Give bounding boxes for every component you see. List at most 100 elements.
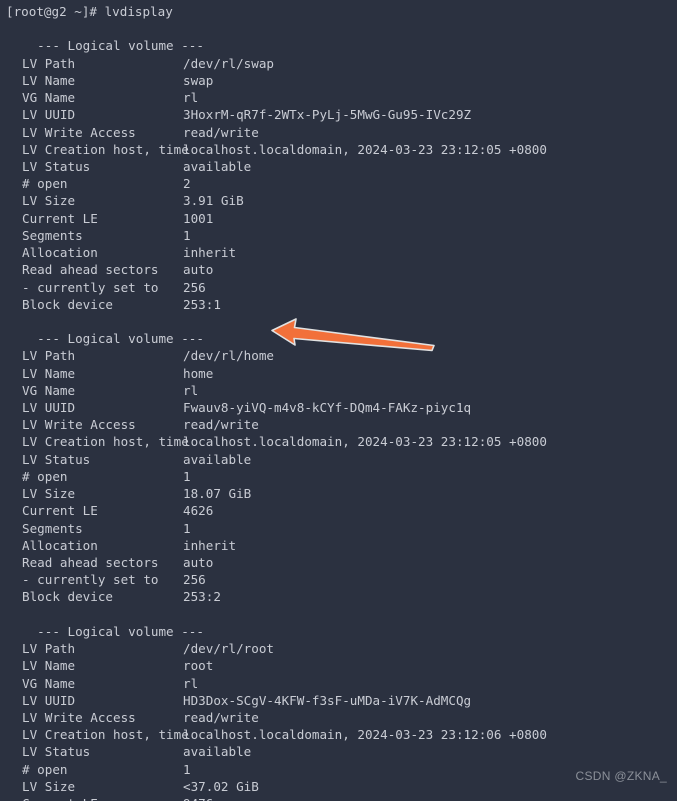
lv-property-value: root (183, 658, 214, 674)
lv-property-row: LV Size 18.07 GiB (0, 485, 677, 502)
lv-property-row: Block device 253:1 (0, 296, 677, 313)
lv-property-value: 256 (183, 572, 206, 588)
lv-property-row: LV Write Access read/write (0, 709, 677, 726)
lv-property-key: LV Size (22, 193, 76, 209)
lv-property-row: VG Name rl (0, 675, 677, 692)
lv-property-key: VG Name (22, 675, 76, 691)
lv-property-row: VG Name rl (0, 382, 677, 399)
lv-property-key: Current LE (22, 503, 98, 519)
lv-property-row: LV Status available (0, 743, 677, 760)
lv-property-row: LV Status available (0, 451, 677, 468)
lv-property-row: LV Size 3.91 GiB (0, 192, 677, 209)
lv-property-value: 1001 (183, 210, 214, 226)
lv-property-key: # open (22, 761, 68, 777)
lv-property-key: LV Write Access (22, 709, 136, 725)
lv-property-value: 4626 (183, 503, 214, 519)
lv-property-row: LV Path/dev/rl/home (0, 347, 677, 364)
lv-property-key: - currently set to (22, 572, 159, 588)
lv-property-value: 1 (183, 468, 191, 484)
logical-volume-list: --- Logical volume --- LV Path/dev/rl/swa… (0, 20, 677, 801)
lv-property-value: 1 (183, 761, 191, 777)
lv-property-key: Block device (22, 589, 113, 605)
lv-property-row: LV UUID 3HoxrM-qR7f-2WTx-PyLj-5MwG-Gu95-I… (0, 106, 677, 123)
lv-property-value: localhost.localdomain, 2024-03-23 23:12:… (183, 727, 547, 743)
lv-property-key: LV Status (22, 158, 91, 174)
lv-property-value: <37.02 GiB (183, 778, 259, 794)
lv-property-value: available (183, 744, 252, 760)
logical-volume-header: --- Logical volume --- (22, 331, 204, 347)
lv-property-row: LV Write Access read/write (0, 124, 677, 141)
lv-property-value: 1 (183, 227, 191, 243)
lv-property-row: Read ahead sectors auto (0, 554, 677, 571)
lv-property-key: Read ahead sectors (22, 262, 159, 278)
lv-property-value: rl (183, 675, 199, 691)
lv-property-key: LV Status (22, 451, 91, 467)
lv-property-row: Segments 1 (0, 520, 677, 537)
lv-property-value: Fwauv8-yiVQ-m4v8-kCYf-DQm4-FAKz-piyc1q (183, 400, 472, 416)
lv-property-value: auto (183, 262, 214, 278)
lv-property-value: available (183, 158, 252, 174)
lv-property-value: 256 (183, 279, 206, 295)
lv-property-row: - currently set to 256 (0, 571, 677, 588)
lv-property-row: LV Name swap (0, 72, 677, 89)
lv-property-key: Block device (22, 296, 113, 312)
terminal-output[interactable]: [root@g2 ~]# lvdisplay --- Logical volum… (0, 0, 677, 801)
lv-property-key: Segments (22, 227, 83, 243)
lv-property-key: LV UUID (22, 107, 76, 123)
lv-property-row: LV UUID Fwauv8-yiVQ-m4v8-kCYf-DQm4-FAKz-p… (0, 399, 677, 416)
lv-property-key: LV Size (22, 486, 76, 502)
lv-property-row: Current LE 1001 (0, 210, 677, 227)
lv-property-key: LV Creation host, time (22, 727, 189, 743)
lv-property-value: localhost.localdomain, 2024-03-23 23:12:… (183, 141, 547, 157)
lv-property-value: inherit (183, 245, 237, 261)
lv-property-key: LV UUID (22, 400, 76, 416)
lv-property-value: available (183, 451, 252, 467)
lv-property-row: # open 2 (0, 175, 677, 192)
terminal-screen: [root@g2 ~]# lvdisplay --- Logical volum… (0, 0, 677, 801)
lv-property-row: LV Path/dev/rl/root (0, 640, 677, 657)
lv-property-row: - currently set to 256 (0, 279, 677, 296)
lv-property-key: LV Creation host, time (22, 141, 189, 157)
lv-property-row: VG Name rl (0, 89, 677, 106)
lv-property-key: VG Name (22, 90, 76, 106)
lv-property-value: 253:1 (183, 296, 221, 312)
lv-property-row: LV Creation host, timelocalhost.localdom… (0, 726, 677, 743)
lv-property-row: LV Status available (0, 158, 677, 175)
lv-property-value: rl (183, 90, 199, 106)
lv-property-value: auto (183, 555, 214, 570)
lv-property-key: Current LE (22, 795, 183, 801)
lv-property-key: LV Size (22, 778, 76, 794)
lv-property-value: 9476 (183, 796, 213, 801)
lv-property-value: rl (183, 382, 199, 398)
lv-property-value: read/write (183, 417, 259, 433)
lv-property-row: Block device 253:2 (0, 588, 677, 605)
logical-volume-header: --- Logical volume --- (22, 38, 204, 54)
lv-property-key: LV Write Access (22, 417, 136, 433)
lv-property-value: 253:2 (183, 589, 221, 605)
lv-property-value: /dev/rl/root (183, 641, 274, 657)
lv-property-value: swap (183, 72, 214, 88)
lv-property-key: LV Path (22, 348, 76, 364)
lv-property-key: LV Name (22, 72, 76, 88)
shell-prompt-line: [root@g2 ~]# lvdisplay (6, 4, 173, 19)
lv-property-key: # open (22, 176, 68, 192)
lv-property-row: LV Creation host, timelocalhost.localdom… (0, 433, 677, 450)
lv-property-key: # open (22, 468, 68, 484)
lv-property-key: Segments (22, 520, 83, 536)
lv-property-key: LV Path (22, 55, 76, 71)
lv-property-row: LV Write Access read/write (0, 416, 677, 433)
lv-property-key: LV Write Access (22, 124, 136, 140)
lv-property-value: /dev/rl/swap (183, 55, 274, 71)
lv-property-key: Allocation (22, 245, 98, 261)
lv-property-value: localhost.localdomain, 2024-03-23 23:12:… (183, 434, 547, 450)
lv-property-row: Allocation inherit (0, 537, 677, 554)
lv-property-row: LV Path/dev/rl/swap (0, 55, 677, 72)
lv-property-value: /dev/rl/home (183, 348, 274, 364)
lv-property-row: # open 1 (0, 468, 677, 485)
lv-property-value: 3.91 GiB (183, 193, 244, 209)
lv-property-key: LV Name (22, 365, 76, 381)
logical-volume-header: --- Logical volume --- (22, 623, 204, 639)
lv-property-row: Current LE 4626 (0, 502, 677, 519)
